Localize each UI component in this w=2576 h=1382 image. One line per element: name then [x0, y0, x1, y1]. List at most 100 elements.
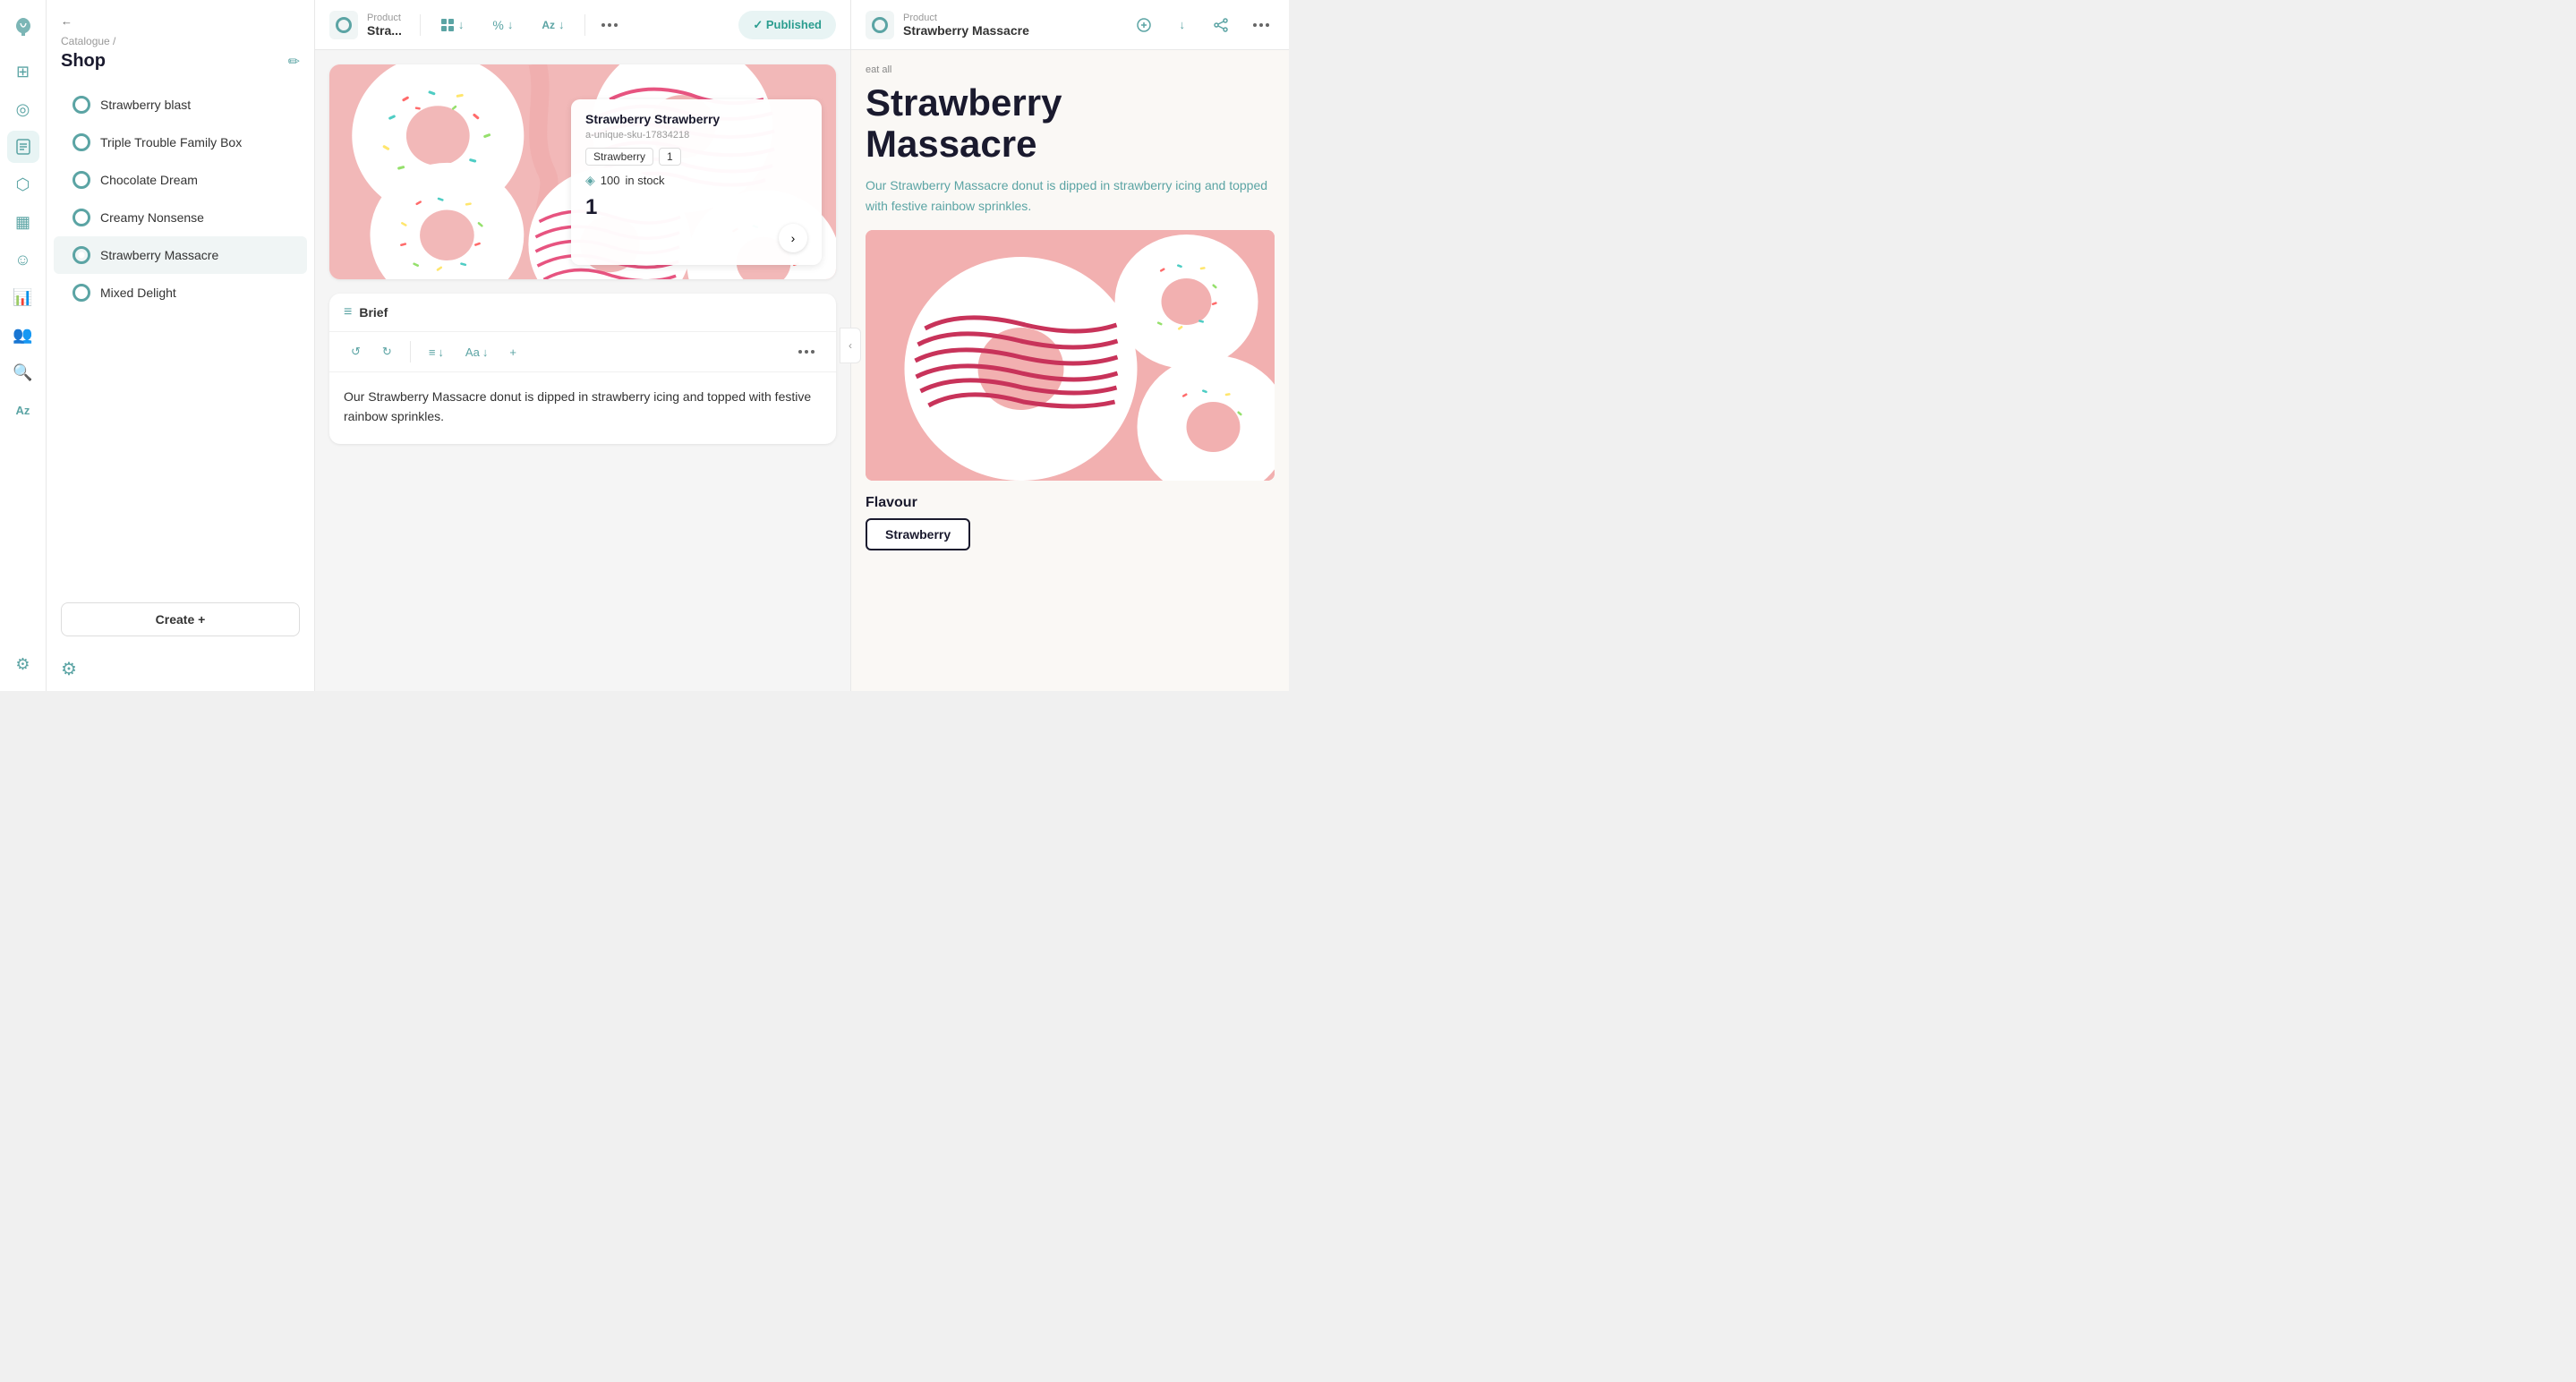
tag-number: 1 — [659, 148, 681, 166]
translate-icon[interactable]: Az — [7, 394, 39, 426]
sidebar-item-strawberry-massacre[interactable]: Strawberry Massacre — [54, 236, 307, 274]
back-arrow-icon: ← — [61, 14, 73, 28]
flavour-strawberry-button[interactable]: Strawberry — [866, 518, 970, 550]
preview-download-btn[interactable]: ↓ — [1171, 13, 1195, 37]
preview-product-label: Product — [903, 13, 1029, 23]
preview-product-name: Strawberry Massacre — [903, 23, 1029, 38]
overlay-sku: a-unique-sku-17834218 — [585, 130, 807, 141]
item-label: Strawberry blast — [100, 98, 191, 112]
preview-desc-text2: donut is dipped in — [1009, 178, 1114, 192]
preview-desc-highlight2: strawberry icing — [1113, 178, 1201, 192]
collapse-button[interactable]: ‹ — [840, 328, 861, 363]
brief-toolbar-divider-1 — [410, 341, 411, 363]
sidebar-item-triple-trouble[interactable]: Triple Trouble Family Box — [54, 124, 307, 161]
brief-toolbar: ↺ ↻ ≡↓ Aa↓ + — [329, 332, 836, 372]
product-info-overlay: Strawberry Strawberry a-unique-sku-17834… — [571, 99, 822, 265]
donut-images-area: Strawberry Strawberry a-unique-sku-17834… — [329, 64, 836, 279]
create-button[interactable]: Create + — [61, 602, 300, 636]
preview-donut-image — [866, 230, 1275, 481]
preview-toolbar: Product Strawberry Massacre ↓ — [851, 0, 1289, 50]
item-icon — [72, 170, 91, 190]
stock-count: 100 — [601, 174, 620, 187]
catalogue-list: Strawberry blast Triple Trouble Family B… — [47, 79, 314, 343]
toolbar-divider-2 — [584, 14, 585, 36]
sidebar-item-mixed-delight[interactable]: Mixed Delight — [54, 274, 307, 311]
preview-description: Our Strawberry Massacre donut is dipped … — [866, 175, 1275, 216]
preview-title-line2: Massacre — [866, 123, 1036, 165]
tag-strawberry: Strawberry — [585, 148, 653, 166]
overlay-tags: Strawberry 1 — [585, 148, 807, 166]
preview-desc-text: Our — [866, 178, 890, 192]
brief-icon: ≡ — [344, 304, 352, 320]
toolbar-layout-btn[interactable]: ↓ — [431, 13, 473, 38]
edit-icon[interactable]: ✏ — [288, 53, 300, 71]
toolbar-translate-btn[interactable]: Az ↓ — [533, 13, 573, 37]
toolbar-product-name: Stra... — [367, 23, 402, 38]
main-content: Product Stra... ↓ % ↓ Az ↓ ✓ Published — [315, 0, 850, 691]
overlay-stock: ◈ 100 in stock — [585, 173, 807, 188]
preview-toolbar-icon-btn[interactable] — [1128, 13, 1160, 38]
sidebar-settings-icon[interactable]: ⚙ — [47, 647, 314, 691]
preview-flavour-label: Flavour — [866, 495, 1275, 511]
published-button[interactable]: ✓ Published — [738, 11, 836, 39]
integrations-icon[interactable]: ⬡ — [7, 168, 39, 200]
breadcrumb: Catalogue / — [61, 35, 300, 47]
preview-more-icon[interactable] — [1248, 21, 1275, 29]
brief-text[interactable]: Our Strawberry Massacre donut is dipped … — [329, 372, 836, 444]
brief-label: Brief — [359, 305, 388, 320]
item-label: Strawberry Massacre — [100, 248, 218, 262]
sidebar-item-strawberry-blast[interactable]: Strawberry blast — [54, 86, 307, 124]
undo-button[interactable]: ↺ — [344, 341, 368, 363]
sidebar-item-creamy-nonsense[interactable]: Creamy Nonsense — [54, 199, 307, 236]
item-label: Creamy Nonsense — [100, 210, 204, 225]
item-label: Mixed Delight — [100, 286, 176, 300]
item-label: Chocolate Dream — [100, 173, 198, 187]
toolbar-more-icon[interactable] — [596, 18, 623, 32]
app-logo[interactable] — [7, 11, 39, 43]
pages-icon[interactable] — [7, 131, 39, 163]
add-button[interactable]: + — [502, 342, 524, 363]
preview-desc-highlight3: rainbow sprinkles — [931, 199, 1028, 213]
stock-label: in stock — [625, 174, 664, 187]
brief-header: ≡ Brief — [329, 294, 836, 332]
align-button[interactable]: ≡↓ — [422, 342, 451, 363]
item-icon — [72, 132, 91, 152]
preview-title: Strawberry Massacre — [866, 82, 1275, 165]
preview-desc-highlight1: Strawberry Massacre — [890, 178, 1008, 192]
catalogue-sidebar: ← Catalogue / Shop ✏ Strawberry blast Tr… — [47, 0, 315, 691]
brief-more-button[interactable] — [791, 346, 822, 357]
toolbar-percent-btn[interactable]: % ↓ — [483, 13, 522, 38]
preview-desc-text4: . — [1028, 199, 1031, 213]
toolbar-download2-icon: ↓ — [508, 18, 514, 31]
preview-content: eat all Strawberry Massacre Our Strawber… — [851, 50, 1289, 691]
toolbar-download1-icon: ↓ — [458, 18, 465, 31]
toolbar-product-info: Product Stra... — [329, 11, 402, 39]
face-icon[interactable]: ☺ — [7, 243, 39, 276]
grid3-icon[interactable]: ▦ — [7, 206, 39, 238]
sidebar-item-chocolate-dream[interactable]: Chocolate Dream — [54, 161, 307, 199]
font-button[interactable]: Aa↓ — [458, 342, 495, 363]
preview-flavour-section: Flavour Strawberry — [866, 495, 1275, 550]
overlay-arrow-button[interactable]: › — [779, 224, 807, 252]
item-icon — [72, 283, 91, 303]
overlay-title: Strawberry Strawberry — [585, 112, 807, 126]
settings-icon[interactable]: ⚙ — [7, 648, 39, 680]
toolbar-product-label: Product — [367, 13, 402, 23]
preview-eaten-text: eat all — [866, 64, 1275, 75]
back-button[interactable]: ← — [61, 14, 300, 28]
stock-icon: ◈ — [585, 173, 595, 188]
app-icon-bar: ⊞ ◎ ⬡ ▦ ☺ 📊 👥 🔍 Az ⚙ — [0, 0, 47, 691]
item-label: Triple Trouble Family Box — [100, 135, 242, 149]
preview-panel: Product Strawberry Massacre ↓ eat all St… — [850, 0, 1289, 691]
explore-icon[interactable]: ◎ — [7, 93, 39, 125]
users-icon[interactable]: 👥 — [7, 319, 39, 351]
item-icon — [72, 245, 91, 265]
shop-title: Shop — [61, 51, 106, 72]
search-icon[interactable]: 🔍 — [7, 356, 39, 388]
item-icon — [72, 208, 91, 227]
preview-share-btn[interactable] — [1205, 13, 1237, 38]
dashboard-icon[interactable]: ⊞ — [7, 55, 39, 88]
analytics-icon[interactable]: 📊 — [7, 281, 39, 313]
editor-toolbar: Product Stra... ↓ % ↓ Az ↓ ✓ Published — [315, 0, 850, 50]
redo-button[interactable]: ↻ — [375, 341, 399, 363]
